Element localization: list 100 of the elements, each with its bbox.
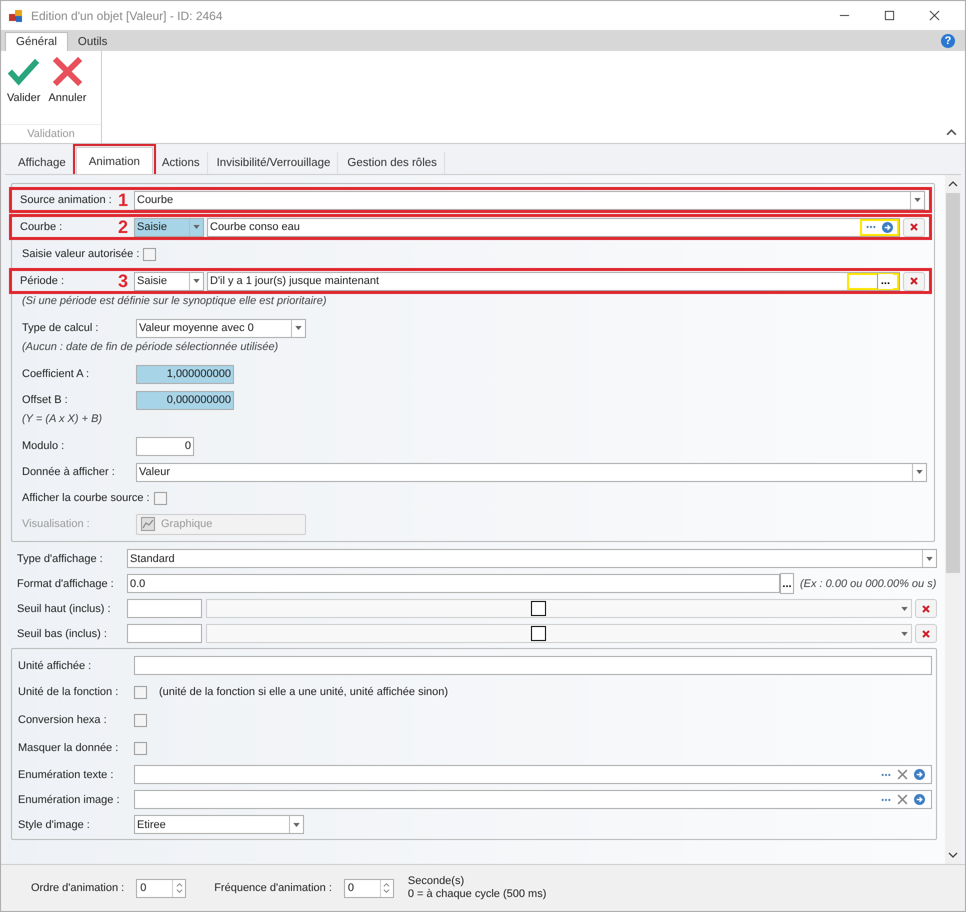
ribbon-tab[interactable]: Outils [68, 33, 118, 51]
cross-icon [921, 604, 931, 614]
dots-icon[interactable] [881, 772, 891, 776]
field-label: Format d'affichage : [17, 578, 115, 590]
dropdown-arrow-icon [193, 279, 200, 283]
dropdown-arrow-icon [293, 822, 300, 826]
annotation-number: 1 [116, 191, 128, 209]
color-swatch [531, 601, 546, 616]
field-label: Visualisation : [22, 518, 90, 530]
checkbox[interactable] [143, 248, 156, 260]
dots-icon[interactable] [881, 798, 891, 802]
dropdown[interactable]: Valeur [136, 462, 927, 482]
chevron-up-icon[interactable] [946, 128, 957, 137]
clear-icon[interactable] [897, 794, 908, 805]
hint-text: 0 = à chaque cycle (500 ms) [408, 888, 546, 901]
color-dropdown[interactable] [206, 599, 912, 618]
spinner-arrows-icon[interactable] [176, 882, 183, 894]
field-label: Enumération texte : [18, 768, 114, 780]
field-label: Style d'image : [18, 818, 91, 830]
color-dropdown[interactable] [206, 624, 912, 643]
scrollbar[interactable] [945, 175, 961, 864]
dropdown-arrow-icon [193, 225, 200, 229]
spin-field[interactable]: 0 [136, 878, 186, 898]
field-label: Donnée à afficher : [22, 466, 115, 478]
app-icon [9, 8, 23, 22]
help-button[interactable]: ? [941, 34, 955, 48]
annotation-number: 2 [116, 218, 128, 236]
dropdown[interactable]: Valeur moyenne avec 0 [136, 318, 306, 338]
field-label: Période : [20, 275, 64, 287]
text-field[interactable] [134, 765, 932, 784]
arrow-right-icon[interactable] [914, 794, 925, 805]
field-label: Ordre d'animation : [31, 882, 124, 894]
chevron-down-icon[interactable] [948, 852, 958, 858]
field-label: Fréquence d'animation : [214, 882, 332, 894]
text-field[interactable] [134, 790, 932, 809]
dropdown[interactable]: Etiree [134, 815, 304, 834]
arrow-right-icon[interactable] [882, 222, 893, 232]
clear-button[interactable] [903, 218, 925, 236]
browse-button[interactable]: ... [780, 573, 794, 594]
group-label: Validation [1, 124, 101, 140]
threshold-field[interactable] [127, 599, 202, 618]
text-field[interactable]: 0.0 [127, 574, 780, 593]
text-field[interactable]: Courbe conso eau [207, 218, 900, 236]
color-swatch [531, 626, 546, 641]
hint-text: (unité de la fonction si elle a une unité, unité affichée sinon) [159, 686, 448, 698]
chart-icon [141, 517, 155, 531]
field-label: Conversion hexa : [18, 714, 108, 726]
maximize-icon[interactable] [884, 10, 895, 21]
hint-text: (Ex : 0.00 ou 000.00% ou s) [800, 578, 936, 590]
field-label: Seuil haut (inclus) : [17, 602, 112, 614]
number-field[interactable]: 0,000000000 [136, 390, 234, 410]
dropdown[interactable]: Courbe [134, 190, 925, 210]
cross-icon [909, 222, 919, 232]
text-field[interactable] [134, 656, 932, 675]
spinner-arrows-icon[interactable] [383, 882, 390, 894]
mode-dropdown[interactable]: Saisie [134, 272, 204, 290]
field-label: Coefficient A : [22, 368, 90, 380]
ribbon-button[interactable]: Valider [3, 55, 44, 104]
field-label: Unité affichée : [18, 660, 92, 672]
mode-dropdown[interactable]: Saisie [134, 218, 204, 236]
chevron-up-icon[interactable] [948, 181, 958, 187]
threshold-field[interactable] [127, 624, 202, 643]
clear-button[interactable] [903, 272, 925, 290]
number-field[interactable]: 1,000000000 [136, 364, 234, 384]
ribbon-button[interactable]: Annuler [44, 55, 90, 104]
hint-text: (Si une période est définie sur le synoptique elle est prioritaire) [22, 295, 326, 307]
arrow-right-icon[interactable] [914, 769, 925, 780]
field-label: Seuil bas (inclus) : [17, 628, 108, 640]
field-label: Enumération image : [18, 794, 120, 806]
tab[interactable]: Animation [76, 147, 153, 174]
annotation-number: 3 [116, 272, 128, 290]
number-field[interactable]: 0 [136, 436, 194, 456]
dropdown-arrow-icon [916, 470, 923, 474]
dots-icon[interactable] [866, 225, 876, 229]
field-label: Source animation : [20, 194, 112, 206]
clear-icon[interactable] [897, 769, 908, 780]
checkbox[interactable] [154, 492, 167, 504]
field-label: Masquer la donnée : [18, 742, 120, 754]
dropdown-arrow-icon [914, 198, 921, 202]
browse-button[interactable]: ... [876, 274, 893, 288]
field-label: Unité de la fonction : [18, 686, 120, 698]
field-label: Courbe : [20, 221, 62, 233]
close-icon[interactable] [929, 10, 940, 21]
checkbox[interactable] [134, 714, 147, 726]
ribbon-tab[interactable]: Général [5, 32, 68, 51]
unit-label: Seconde(s) [408, 875, 466, 888]
dropdown-arrow-icon [295, 326, 302, 330]
hint-text: (Y = (A x X) + B) [22, 413, 102, 425]
field-label: Saisie valeur autorisée : [22, 248, 140, 260]
spin-field[interactable]: 0 [344, 878, 394, 898]
field-label: Type d'affichage : [17, 552, 104, 564]
dropdown-arrow-icon [926, 556, 933, 560]
clear-button[interactable] [915, 599, 937, 618]
text-field[interactable]: D'il y a 1 jour(s) jusque maintenant ... [207, 272, 900, 290]
checkbox[interactable] [134, 686, 147, 698]
dropdown-arrow-icon [901, 606, 908, 610]
cross-icon [909, 276, 919, 286]
checkbox[interactable] [134, 742, 147, 754]
dropdown[interactable]: Standard [127, 549, 937, 568]
clear-button[interactable] [915, 624, 937, 643]
